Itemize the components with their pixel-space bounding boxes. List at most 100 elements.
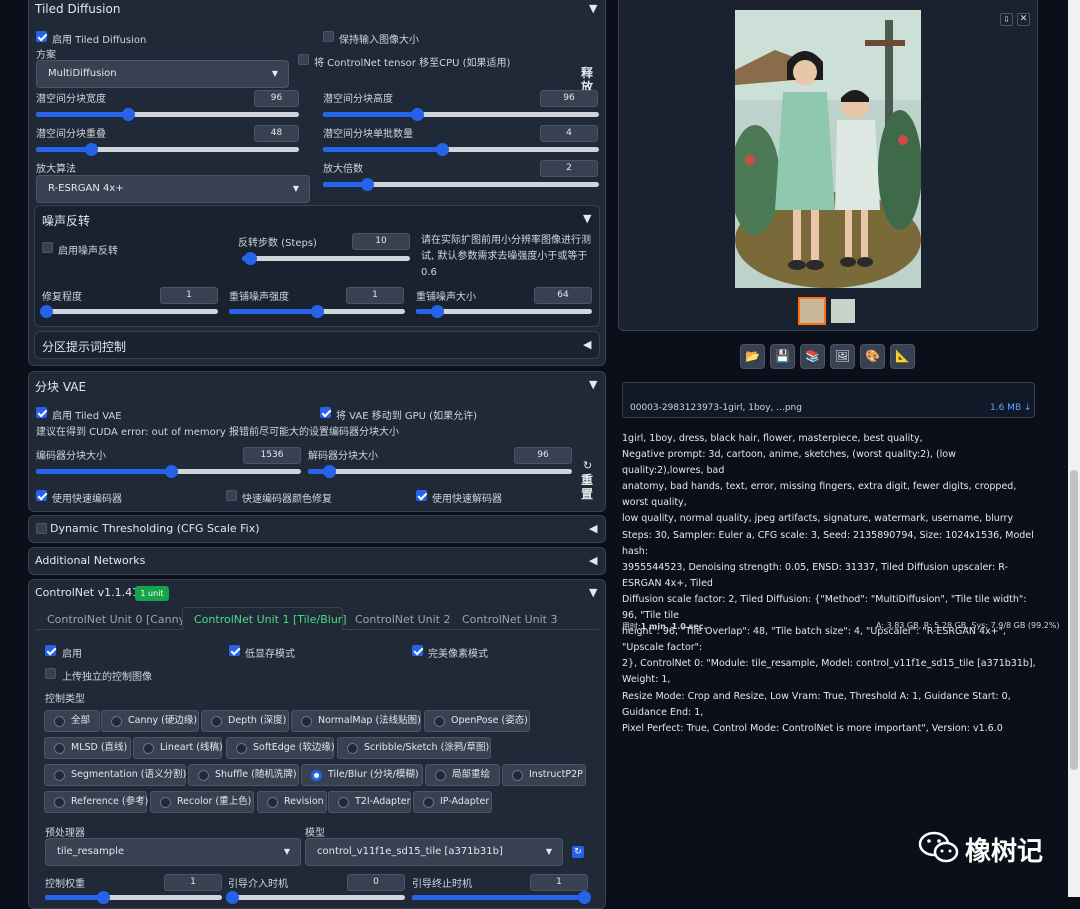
type-scribble[interactable]: Scribble/Sketch (涂鸦/草图) bbox=[337, 737, 491, 759]
refresh-icon[interactable]: ↻ bbox=[583, 459, 592, 472]
renoise-size-input[interactable]: 64 bbox=[534, 287, 592, 304]
collapse-triangle-icon[interactable]: ▼ bbox=[589, 586, 597, 599]
type-lineart[interactable]: Lineart (线稿) bbox=[133, 737, 223, 759]
type-inpaint[interactable]: 局部重绘 bbox=[425, 764, 500, 786]
type-shuffle[interactable]: Shuffle (随机洗牌) bbox=[188, 764, 299, 786]
preprocessor-select[interactable]: tile_resample ▼ bbox=[45, 838, 301, 866]
overlap-slider[interactable] bbox=[36, 143, 299, 156]
scrollbar-thumb[interactable] bbox=[1070, 470, 1078, 770]
collapse-triangle-icon[interactable]: ▼ bbox=[583, 212, 591, 225]
overlap-input[interactable]: 48 bbox=[254, 125, 299, 142]
collapse-triangle-icon[interactable]: ▼ bbox=[589, 378, 597, 391]
decoder-size-input[interactable]: 96 bbox=[514, 447, 572, 464]
tiled-vae-title[interactable]: 分块 VAE bbox=[35, 378, 86, 395]
renoise-strength-slider[interactable] bbox=[229, 305, 405, 318]
ruler-icon[interactable]: 📐 bbox=[890, 344, 915, 369]
type-segmentation[interactable]: Segmentation (语义分割) bbox=[44, 764, 186, 786]
method-select[interactable]: MultiDiffusion ▼ bbox=[36, 60, 289, 88]
type-normalmap[interactable]: NormalMap (法线贴图) bbox=[291, 710, 421, 732]
encoder-color-fix-checkbox[interactable] bbox=[226, 490, 237, 501]
renoise-strength-input[interactable]: 1 bbox=[346, 287, 404, 304]
upscaler-select[interactable]: R-ESRGAN 4x+ ▼ bbox=[36, 175, 310, 203]
save-icon[interactable]: 💾 bbox=[770, 344, 795, 369]
type-recolor[interactable]: Recolor (重上色) bbox=[150, 791, 254, 813]
refresh-icon[interactable]: ↻ bbox=[572, 846, 584, 858]
fast-encoder-checkbox[interactable] bbox=[36, 490, 47, 501]
zip-icon[interactable]: 📚 bbox=[800, 344, 825, 369]
dynamic-thresholding-checkbox[interactable] bbox=[36, 523, 47, 534]
palette-icon[interactable]: 🎨 bbox=[860, 344, 885, 369]
type-reference[interactable]: Reference (参考) bbox=[44, 791, 148, 813]
filename[interactable]: 00003-2983123973-1girl, 1boy, ...png bbox=[630, 403, 802, 413]
pixel-perfect-checkbox[interactable] bbox=[412, 645, 423, 656]
enable-tiled-diffusion-checkbox[interactable] bbox=[36, 31, 47, 42]
type-ip-adapter[interactable]: IP-Adapter bbox=[413, 791, 492, 813]
model-select[interactable]: control_v11f1e_sd15_tile [a371b31b] ▼ bbox=[305, 838, 563, 866]
expand-triangle-icon[interactable]: ◀ bbox=[589, 554, 597, 567]
guidance-start-input[interactable]: 0 bbox=[347, 874, 405, 891]
tab-unit-2[interactable]: ControlNet Unit 2 bbox=[355, 613, 450, 626]
scale-input[interactable]: 2 bbox=[540, 160, 598, 177]
batch-input[interactable]: 4 bbox=[540, 125, 598, 142]
type-t2i-adapter[interactable]: T2I-Adapter bbox=[328, 791, 411, 813]
region-prompt-title[interactable]: 分区提示词控制 bbox=[42, 338, 126, 355]
guidance-end-input[interactable]: 1 bbox=[530, 874, 588, 891]
inversion-steps-input[interactable]: 10 bbox=[352, 233, 410, 250]
thumbnail-2[interactable] bbox=[831, 299, 855, 323]
type-instructp2p[interactable]: InstructP2P bbox=[502, 764, 586, 786]
filesize[interactable]: 1.6 MB ↓ bbox=[990, 403, 1032, 413]
move-cpu-checkbox[interactable] bbox=[298, 54, 309, 65]
retouch-slider[interactable] bbox=[39, 305, 218, 318]
reset-button[interactable]: 重置 bbox=[581, 473, 595, 501]
inversion-steps-slider[interactable] bbox=[242, 252, 410, 265]
guidance-start-slider[interactable] bbox=[225, 891, 405, 904]
fast-decoder-checkbox[interactable] bbox=[416, 490, 427, 501]
expand-triangle-icon[interactable]: ◀ bbox=[583, 338, 591, 351]
latent-width-slider[interactable] bbox=[36, 108, 299, 121]
type-canny[interactable]: Canny (硬边缘) bbox=[101, 710, 199, 732]
type-all[interactable]: 全部 bbox=[44, 710, 100, 732]
expand-triangle-icon[interactable]: ◀ bbox=[589, 522, 597, 535]
collapse-triangle-icon[interactable]: ▼ bbox=[589, 2, 597, 15]
latent-width-input[interactable]: 96 bbox=[254, 90, 299, 107]
low-vram-checkbox[interactable] bbox=[229, 645, 240, 656]
enable-controlnet-checkbox[interactable] bbox=[45, 645, 56, 656]
decoder-size-slider[interactable] bbox=[308, 465, 572, 478]
tab-unit-3[interactable]: ControlNet Unit 3 bbox=[462, 613, 557, 626]
retouch-input[interactable]: 1 bbox=[160, 287, 218, 304]
keep-size-checkbox[interactable] bbox=[323, 31, 334, 42]
tiled-diffusion-title[interactable]: Tiled Diffusion bbox=[35, 2, 120, 16]
additional-networks-title[interactable]: Additional Networks bbox=[35, 554, 145, 567]
download-icon[interactable]: ⇩ bbox=[1000, 13, 1013, 26]
type-openpose[interactable]: OpenPose (姿态) bbox=[424, 710, 530, 732]
type-tile-blur[interactable]: Tile/Blur (分块/模糊) bbox=[301, 764, 423, 786]
image-icon[interactable]: 🖼 bbox=[830, 344, 855, 369]
type-revision[interactable]: Revision bbox=[257, 791, 327, 813]
latent-height-input[interactable]: 96 bbox=[540, 90, 598, 107]
encoder-size-input[interactable]: 1536 bbox=[243, 447, 301, 464]
move-vae-gpu-checkbox[interactable] bbox=[320, 407, 331, 418]
scale-slider[interactable] bbox=[323, 178, 599, 191]
enable-tiled-vae-checkbox[interactable] bbox=[36, 407, 47, 418]
control-weight-slider[interactable] bbox=[45, 891, 222, 904]
tab-unit-0[interactable]: ControlNet Unit 0 [Canny] bbox=[47, 613, 189, 626]
controlnet-title[interactable]: ControlNet v1.1.410 bbox=[35, 586, 146, 599]
enable-noise-inversion-checkbox[interactable] bbox=[42, 242, 53, 253]
upload-independent-checkbox[interactable] bbox=[45, 668, 56, 679]
noise-inversion-title[interactable]: 噪声反转 bbox=[42, 212, 90, 229]
encoder-size-slider[interactable] bbox=[36, 465, 301, 478]
latent-height-slider[interactable] bbox=[323, 108, 599, 121]
control-weight-input[interactable]: 1 bbox=[164, 874, 222, 891]
type-depth[interactable]: Depth (深度) bbox=[201, 710, 289, 732]
type-mlsd[interactable]: MLSD (直线) bbox=[44, 737, 131, 759]
dynamic-thresholding-title[interactable]: Dynamic Thresholding (CFG Scale Fix) bbox=[50, 522, 260, 535]
thumbnail-1[interactable] bbox=[798, 297, 826, 325]
batch-slider[interactable] bbox=[323, 143, 599, 156]
tab-unit-1[interactable]: ControlNet Unit 1 [Tile/Blur] bbox=[194, 613, 347, 626]
renoise-size-slider[interactable] bbox=[416, 305, 592, 318]
folder-icon[interactable]: 📂 bbox=[740, 344, 765, 369]
guidance-end-slider[interactable] bbox=[412, 891, 592, 904]
type-softedge[interactable]: SoftEdge (软边缘) bbox=[226, 737, 335, 759]
generated-image[interactable] bbox=[735, 10, 921, 288]
close-icon[interactable]: ✕ bbox=[1017, 13, 1030, 26]
